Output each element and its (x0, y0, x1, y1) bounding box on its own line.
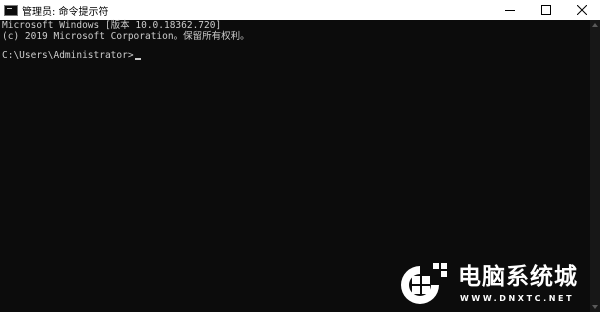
prompt-line[interactable]: C:\Users\Administrator> (2, 50, 141, 61)
scroll-up-button[interactable] (590, 20, 600, 30)
maximize-button[interactable] (528, 0, 564, 20)
watermark-title: 电脑系统城 (458, 264, 578, 290)
watermark: 电脑系统城 WWW.DNXTC.NET (398, 260, 596, 308)
console-window: 管理员: 命令提示符 Microsoft Windows [版本 10.0.18… (0, 0, 600, 312)
watermark-url: WWW.DNXTC.NET (460, 294, 575, 303)
window-title: 管理员: 命令提示符 (22, 6, 109, 18)
cmd-icon[interactable] (4, 4, 18, 16)
minimize-icon (505, 10, 515, 11)
window-controls (492, 0, 600, 20)
site-logo-icon (401, 263, 447, 304)
text-cursor (134, 58, 141, 60)
close-icon (577, 5, 587, 15)
prompt-text: C:\Users\Administrator> (2, 50, 134, 61)
chevron-up-icon (592, 23, 598, 27)
maximize-icon (541, 5, 551, 15)
title-bar[interactable]: 管理员: 命令提示符 (0, 0, 600, 20)
copyright-line: (c) 2019 Microsoft Corporation。保留所有权利。 (2, 31, 250, 42)
minimize-button[interactable] (492, 0, 528, 20)
close-button[interactable] (564, 0, 600, 20)
version-line: Microsoft Windows [版本 10.0.18362.720] (2, 20, 222, 31)
